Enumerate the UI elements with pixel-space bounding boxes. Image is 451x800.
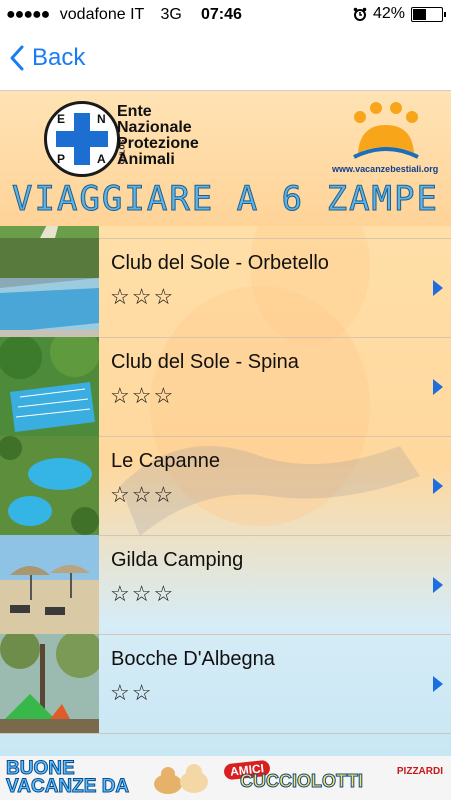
- list-item[interactable]: Le Capanne ☆☆☆: [0, 436, 451, 536]
- disclosure-arrow-icon[interactable]: [433, 379, 443, 395]
- status-left: ●●●●● vodafone IT 3G: [6, 6, 182, 24]
- org-line-1: Ente: [117, 103, 152, 120]
- status-bar: ●●●●● vodafone IT 3G 07:46 42%: [0, 0, 451, 30]
- logo-letter-4: A: [97, 152, 106, 166]
- place-photo: [0, 226, 99, 238]
- logo-letter-1: E: [57, 112, 66, 126]
- chevron-left-icon: [10, 45, 24, 71]
- slogan: BUONE VACANZE DA: [5, 759, 130, 797]
- list-item[interactable]: Club del Sole - Spina ☆☆☆: [0, 337, 451, 437]
- rating-stars: ☆☆☆: [110, 383, 176, 408]
- rating-stars: ☆☆☆: [110, 284, 176, 309]
- back-label: Back: [32, 44, 86, 71]
- back-button[interactable]: Back: [10, 44, 85, 72]
- pool-photo: [0, 436, 99, 535]
- org-name: Ente Nazionale Protezione Animali ONLUS: [117, 104, 199, 168]
- list-item[interactable]: Bocche D'Albegna ☆☆: [0, 634, 451, 734]
- clock: 07:46: [201, 6, 242, 23]
- logo-letter-3: P: [57, 152, 66, 166]
- place-name: Club del Sole - Spina: [111, 351, 299, 373]
- rating-stars: ☆☆☆: [110, 482, 176, 507]
- pool-photo: [0, 238, 99, 337]
- rating-stars: ☆☆: [110, 680, 154, 705]
- header-banner: E N P A Ente Nazionale Protezione Animal…: [0, 91, 451, 226]
- enpa-logo: E N P A: [44, 101, 120, 177]
- signal-icon: ●●●●●: [6, 6, 50, 23]
- camping-photo: [0, 634, 99, 733]
- battery-icon: [411, 6, 446, 22]
- places-list[interactable]: ☆☆☆ Club del Sole - Orbetello ☆☆☆: [0, 226, 451, 756]
- logo-letter-2: N: [97, 112, 106, 126]
- brand-name: CUCCIOLOTTI: [240, 771, 364, 792]
- list-item[interactable]: Gilda Camping ☆☆☆: [0, 535, 451, 635]
- disclosure-arrow-icon[interactable]: [433, 280, 443, 296]
- network-label: 3G: [160, 6, 182, 23]
- place-name: Gilda Camping: [111, 549, 244, 571]
- slogan-line-2: VACANZE DA: [5, 776, 130, 797]
- battery-percent: 42%: [372, 5, 405, 22]
- status-right: 42%: [353, 5, 446, 23]
- list-item[interactable]: Club del Sole - Orbetello ☆☆☆: [0, 238, 451, 338]
- navigation-bar: Back: [0, 30, 451, 91]
- paw-sun-logo: [353, 102, 419, 159]
- sponsor-logo: PIZZARDI: [396, 766, 443, 777]
- banner-title: VIAGGIARE A 6 ZAMPE: [12, 179, 439, 220]
- footer-ad-banner[interactable]: BUONE VACANZE DA AMICI CUCCIOLOTTI PIZZA…: [0, 756, 451, 800]
- alarm-icon: [353, 7, 367, 21]
- rating-stars: ☆☆☆: [110, 581, 176, 606]
- puppies-icon: [154, 764, 208, 794]
- carrier-label: vodafone IT: [59, 6, 144, 23]
- disclosure-arrow-icon[interactable]: [433, 676, 443, 692]
- cross-icon-bar: [56, 131, 108, 147]
- org-onlus: ONLUS: [119, 139, 127, 165]
- disclosure-arrow-icon[interactable]: [433, 478, 443, 494]
- place-name: Club del Sole - Orbetello: [111, 252, 329, 274]
- battery-level: [413, 8, 426, 20]
- pool-photo: [0, 337, 99, 436]
- org-line-2: Nazionale: [117, 119, 192, 136]
- place-name: Bocche D'Albegna: [111, 648, 275, 670]
- disclosure-arrow-icon[interactable]: [433, 577, 443, 593]
- place-name: Le Capanne: [111, 450, 220, 472]
- site-url: www.vacanzebestiali.org: [332, 164, 439, 174]
- beach-photo: [0, 535, 99, 634]
